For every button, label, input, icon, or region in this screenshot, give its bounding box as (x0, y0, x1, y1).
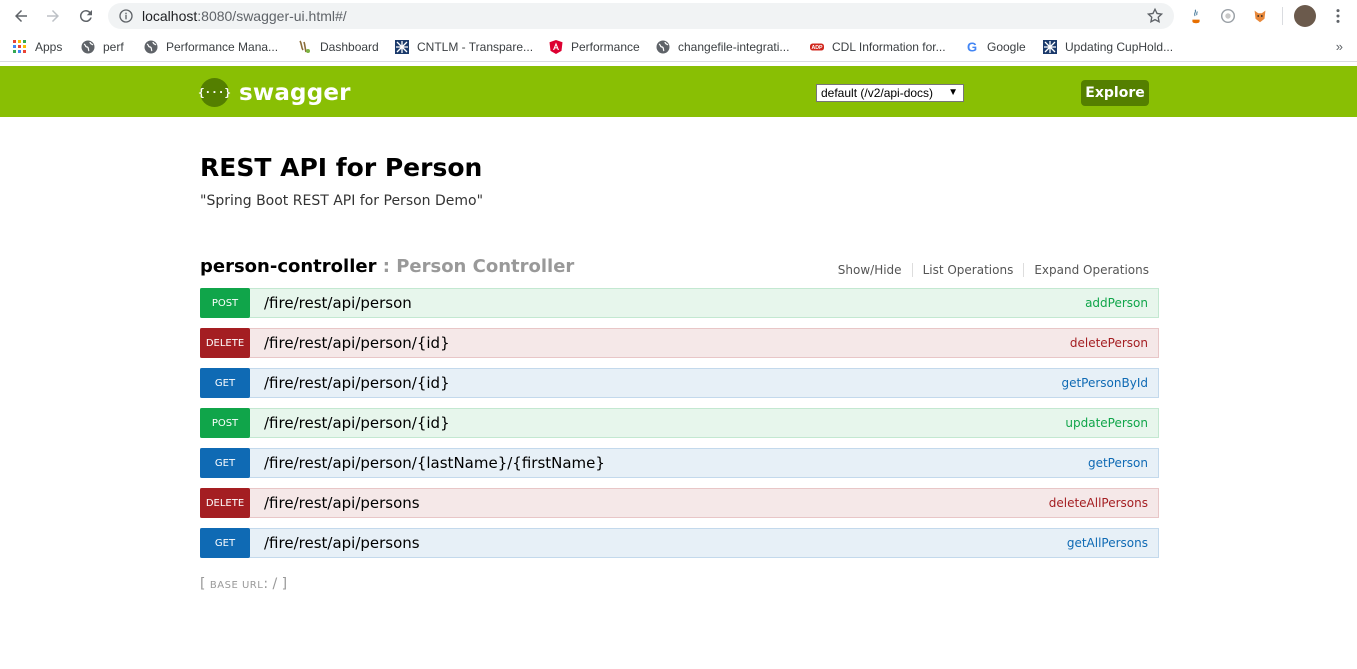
api-spec-select[interactable]: default (/v2/api-docs) ▼ (816, 84, 964, 102)
operation-name[interactable]: deletePerson (1070, 336, 1148, 350)
bookmarks-more-button[interactable]: » (1336, 39, 1343, 54)
explore-button[interactable]: Explore (1081, 80, 1149, 106)
forward-arrow-icon[interactable] (42, 5, 64, 27)
globe-icon (144, 40, 158, 54)
bookmark-label: Google (987, 40, 1026, 54)
browser-toolbar: localhost:8080/swagger-ui.html#/ (0, 0, 1357, 32)
bookmark-changefile[interactable]: changefile-integrati... (656, 39, 789, 55)
adp-icon: ADP (810, 40, 824, 54)
bookmarks-bar: Apps perf Performance Mana... Dashboard … (0, 32, 1357, 62)
operation-path[interactable]: /fire/rest/api/person/{id} (264, 334, 450, 352)
bookmark-updating-cuphold[interactable]: Updating CupHold... (1043, 39, 1173, 55)
bookmark-label: CNTLM - Transpare... (417, 40, 534, 54)
info-icon[interactable] (118, 8, 134, 24)
toolbar-divider (1282, 7, 1283, 25)
swagger-logo[interactable]: {···} swagger (198, 78, 351, 107)
reload-icon[interactable] (75, 5, 97, 27)
operation-row[interactable]: DELETE /fire/rest/api/persons deleteAllP… (200, 488, 1159, 518)
operation-path[interactable]: /fire/rest/api/person/{id} (264, 374, 450, 392)
method-badge[interactable]: GET (200, 528, 250, 558)
operation-name[interactable]: addPerson (1085, 296, 1148, 310)
bookmark-cntlm[interactable]: CNTLM - Transpare... (395, 39, 533, 55)
cntlm-icon (1043, 40, 1057, 54)
bookmark-apps[interactable]: Apps (13, 39, 62, 55)
bookmark-cdl[interactable]: ADP CDL Information for... (810, 39, 946, 55)
base-url: [ BASE URL: / ] (200, 576, 287, 592)
bookmark-label: changefile-integrati... (678, 40, 790, 54)
base-url-value: : / ] (263, 576, 288, 592)
operation-row[interactable]: GET /fire/rest/api/person/{id} getPerson… (200, 368, 1159, 398)
globe-icon (81, 40, 95, 54)
profile-avatar[interactable] (1294, 5, 1316, 27)
fox-extension-icon[interactable] (1250, 6, 1270, 26)
bookmark-google[interactable]: G Google (965, 39, 1026, 55)
resource-description: : Person Controller (376, 256, 575, 277)
operation-name[interactable]: getAllPersons (1067, 536, 1148, 550)
operation-row[interactable]: DELETE /fire/rest/api/person/{id} delete… (200, 328, 1159, 358)
swagger-header: {···} swagger (0, 66, 1357, 117)
bookmark-label: CDL Information for... (832, 40, 946, 54)
operation-row[interactable]: POST /fire/rest/api/person addPerson (200, 288, 1159, 318)
method-badge[interactable]: GET (200, 368, 250, 398)
list-operations-link[interactable]: List Operations (913, 263, 1025, 277)
api-description: "Spring Boot REST API for Person Demo" (200, 193, 484, 209)
bookmark-label: perf (103, 40, 124, 54)
url-text[interactable]: localhost:8080/swagger-ui.html#/ (142, 8, 347, 24)
svg-text:ADP: ADP (811, 45, 823, 51)
method-badge[interactable]: POST (200, 408, 250, 438)
bookmark-label: Performance (571, 40, 640, 54)
operation-name[interactable]: getPerson (1088, 456, 1148, 470)
bookmark-label: Updating CupHold... (1065, 40, 1174, 54)
operation-row[interactable]: GET /fire/rest/api/persons getAllPersons (200, 528, 1159, 558)
bookmark-performance-mana[interactable]: Performance Mana... (144, 39, 278, 55)
bookmark-dashboard[interactable]: Dashboard (298, 39, 379, 55)
dashboard-icon (298, 40, 312, 54)
resource-heading: person-controller : Person Controller (200, 256, 574, 277)
api-spec-select-value: default (/v2/api-docs) (821, 86, 934, 100)
bookmark-performance[interactable]: Performance (549, 39, 640, 55)
swagger-logo-icon: {···} (198, 78, 231, 107)
base-url-label: BASE URL (209, 580, 264, 591)
method-badge[interactable]: POST (200, 288, 250, 318)
globe-icon (656, 40, 670, 54)
operation-path[interactable]: /fire/rest/api/persons (264, 534, 420, 552)
java-extension-icon[interactable] (1186, 6, 1206, 26)
operation-path[interactable]: /fire/rest/api/person/{id} (264, 414, 450, 432)
cntlm-icon (395, 40, 409, 54)
dropdown-caret-icon: ▼ (948, 87, 958, 98)
url-host: localhost (142, 8, 198, 24)
back-arrow-icon[interactable] (10, 5, 32, 27)
api-title: REST API for Person (200, 153, 483, 182)
apps-grid-icon (13, 40, 27, 54)
method-badge[interactable]: GET (200, 448, 250, 478)
operation-path[interactable]: /fire/rest/api/person (264, 294, 412, 312)
operation-row[interactable]: GET /fire/rest/api/person/{lastName}/{fi… (200, 448, 1159, 478)
bookmark-star-icon[interactable] (1146, 7, 1164, 25)
timer-extension-icon[interactable] (1218, 6, 1238, 26)
expand-operations-link[interactable]: Expand Operations (1024, 263, 1149, 277)
method-badge[interactable]: DELETE (200, 488, 250, 518)
operation-name[interactable]: deleteAllPersons (1049, 496, 1148, 510)
show-hide-link[interactable]: Show/Hide (828, 263, 913, 277)
resource-options: Show/Hide List Operations Expand Operati… (828, 263, 1149, 277)
swagger-logo-text: swagger (239, 79, 351, 106)
bookmark-perf[interactable]: perf (81, 39, 124, 55)
bookmark-label: Apps (35, 40, 63, 54)
operation-path[interactable]: /fire/rest/api/persons (264, 494, 420, 512)
svg-text:G: G (967, 40, 977, 54)
url-path: :8080/swagger-ui.html#/ (197, 8, 347, 24)
operation-name[interactable]: getPersonById (1061, 376, 1148, 390)
resource-name-link[interactable]: person-controller (200, 256, 376, 277)
bookmark-label: Performance Mana... (166, 40, 279, 54)
bookmark-label: Dashboard (320, 40, 379, 54)
angular-icon (549, 40, 563, 54)
base-url-open: [ (200, 576, 210, 592)
method-badge[interactable]: DELETE (200, 328, 250, 358)
address-bar[interactable]: localhost:8080/swagger-ui.html#/ (108, 3, 1174, 29)
operation-row[interactable]: POST /fire/rest/api/person/{id} updatePe… (200, 408, 1159, 438)
menu-kebab-icon[interactable] (1328, 6, 1348, 26)
google-icon: G (965, 40, 979, 54)
operation-path[interactable]: /fire/rest/api/person/{lastName}/{firstN… (264, 454, 605, 472)
operation-name[interactable]: updatePerson (1065, 416, 1148, 430)
